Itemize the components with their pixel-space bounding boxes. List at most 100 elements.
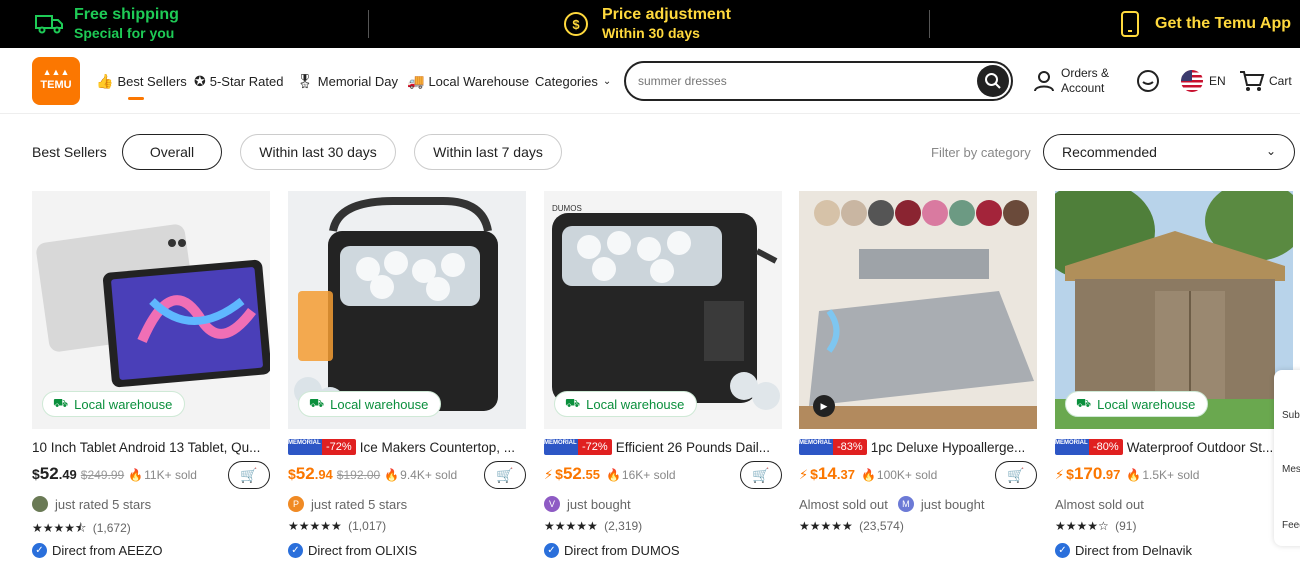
search-bar	[624, 61, 1013, 101]
avatar: M	[897, 496, 914, 512]
account-label: Account	[1061, 81, 1105, 95]
flame-icon: 🔥	[605, 468, 621, 482]
nav-label: Categories	[535, 73, 598, 89]
product-image[interactable]: ⛟ Local warehouse	[288, 191, 526, 429]
product-image[interactable]: ⛟ Local warehouse	[1055, 191, 1293, 429]
free-shipping-title: Free shipping	[74, 6, 179, 23]
support-chat[interactable]	[1136, 48, 1160, 114]
pill-last-7-days[interactable]: Within last 7 days	[414, 134, 562, 170]
rating[interactable]: ★★★★★ (1,017)	[288, 519, 386, 533]
review-count: (91)	[1115, 519, 1137, 533]
filter-by-category-label[interactable]: Filter by category	[931, 145, 1031, 160]
nav-five-star[interactable]: ✪ 5-Star Rated	[194, 48, 283, 114]
mattress-pad-image	[799, 191, 1037, 429]
product-title[interactable]: MEMORIAL DAY -72% Ice Makers Countertop, …	[288, 438, 526, 456]
lightning-icon: ⚡	[799, 467, 809, 482]
star-rating: ★★★★★	[288, 519, 342, 533]
pill-last-30-days[interactable]: Within last 30 days	[240, 134, 396, 170]
svg-text:$: $	[572, 17, 580, 32]
nav-categories[interactable]: Categories ⌄	[535, 48, 611, 114]
dollar-cycle-icon: $	[564, 12, 588, 36]
price-row: ⚡ $170.97 🔥 1.5K+ sold	[1055, 464, 1293, 488]
product-card[interactable]: ⛟ Local warehouse MEMORIAL DAY -80% Water…	[1055, 191, 1293, 566]
sold-count: 16K+ sold	[621, 468, 676, 482]
seller-text: Direct from DUMOS	[564, 543, 680, 558]
flame-icon: 🔥	[384, 468, 400, 482]
social-proof: just rated 5 stars	[32, 495, 151, 513]
truck-icon: ⛟	[1076, 396, 1092, 410]
social-proof: V just bought	[544, 495, 631, 513]
seller-info[interactable]: ✓ Direct from OLIXIS	[288, 543, 417, 558]
divider	[368, 10, 369, 38]
search-icon	[985, 73, 1001, 89]
sort-select[interactable]: Recommended ⌄	[1043, 134, 1295, 170]
product-card[interactable]: ⛟ Local warehouse MEMORIAL DAY -72% Ice M…	[288, 191, 526, 566]
get-app-promo[interactable]: Get the Temu App	[1119, 0, 1291, 48]
medal-icon: 🎖	[296, 72, 314, 89]
free-shipping-promo[interactable]: Free shipping Special for you	[34, 0, 179, 48]
free-shipping-sub: Special for you	[74, 25, 175, 41]
memorial-day-badge: MEMORIAL DAY	[288, 439, 334, 455]
seller-info[interactable]: ✓ Direct from Delnavik	[1055, 543, 1192, 558]
play-video-button[interactable]: ▶	[813, 395, 835, 417]
rating[interactable]: ★★★★☆ (91)	[1055, 519, 1136, 533]
truck-icon: 🚚	[407, 72, 425, 89]
add-to-cart-button[interactable]: 🛒	[740, 461, 782, 489]
product-card[interactable]: DUMOS ⛟ Local warehouse MEMORIAL DAY -72%…	[544, 191, 782, 566]
price-symbol: $	[810, 466, 818, 482]
product-card[interactable]: ⛟ Local warehouse 10 Inch Tablet Android…	[32, 191, 270, 566]
price-row: ⚡ $14.37 🔥 100K+ sold 🛒	[799, 461, 1037, 489]
temu-logo[interactable]: ▲▲▲ TEMU	[32, 57, 80, 105]
social-text: just rated 5 stars	[55, 496, 152, 512]
nav-local-warehouse[interactable]: 🚚 Local Warehouse	[407, 48, 529, 114]
cart[interactable]: Cart	[1239, 48, 1292, 114]
product-card[interactable]: ▶ MEMORIAL DAY -83% 1pc Deluxe Hypoallerg…	[799, 191, 1037, 566]
add-to-cart-button[interactable]: 🛒	[484, 461, 526, 489]
seller-info[interactable]: ✓ Direct from AEEZO	[32, 543, 163, 558]
rating[interactable]: ★★★★★ (23,574)	[799, 519, 904, 533]
float-messages[interactable]: Mes	[1282, 464, 1300, 475]
seller-text: Direct from Delnavik	[1075, 543, 1193, 558]
product-title[interactable]: MEMORIAL DAY -72% Efficient 26 Pounds Dai…	[544, 438, 782, 456]
avatar: V	[544, 496, 560, 512]
price-symbol: $	[1066, 466, 1074, 482]
seller-info[interactable]: ✓ Direct from DUMOS	[544, 543, 680, 558]
local-warehouse-label: Local warehouse	[586, 396, 685, 412]
avatar	[32, 496, 48, 512]
product-image[interactable]: ⛟ Local warehouse	[32, 191, 270, 429]
flame-icon: 🔥	[1126, 468, 1142, 482]
nav-memorial-day[interactable]: 🎖 Memorial Day	[296, 48, 398, 114]
rating[interactable]: ★★★★★ (2,319)	[544, 519, 642, 533]
sold-count: 1.5K+ sold	[1142, 468, 1200, 482]
nav-label: Memorial Day	[317, 73, 398, 89]
product-title[interactable]: 10 Inch Tablet Android 13 Tablet, Qu...	[32, 438, 270, 456]
orders-account[interactable]: Orders & Account	[1032, 48, 1109, 114]
float-feedback[interactable]: Feed	[1282, 520, 1300, 531]
add-to-cart-button[interactable]: 🛒	[228, 461, 270, 489]
search-input[interactable]	[638, 71, 968, 91]
language-label: EN	[1209, 74, 1226, 88]
price-cents: .49	[58, 467, 77, 482]
discount-badge: -72%	[322, 439, 356, 455]
price-cents: .55	[581, 467, 600, 482]
rating[interactable]: ★★★★⯪ (1,672)	[32, 519, 131, 540]
search-button[interactable]	[977, 65, 1009, 97]
product-title[interactable]: MEMORIAL DAY -80% Waterproof Outdoor St..…	[1055, 438, 1293, 456]
product-title-text: Waterproof Outdoor St...	[1126, 439, 1274, 455]
thumbs-up-icon: 👍	[96, 72, 114, 89]
pill-overall[interactable]: Overall	[122, 134, 222, 170]
verified-check-icon: ✓	[544, 543, 559, 558]
add-to-cart-button[interactable]: 🛒	[995, 461, 1037, 489]
promo-bar: Free shipping Special for you $ Price ad…	[0, 0, 1300, 48]
product-image[interactable]: DUMOS ⛟ Local warehouse	[544, 191, 782, 429]
float-subscribe[interactable]: Sub	[1282, 410, 1300, 421]
sold-count: 100K+ sold	[876, 468, 938, 482]
product-image[interactable]: ▶	[799, 191, 1037, 429]
almost-sold-out: Almost sold out	[1055, 496, 1144, 512]
cart-plus-icon: 🛒	[1007, 466, 1025, 483]
nav-best-sellers[interactable]: 👍 Best Sellers	[96, 48, 187, 114]
product-title[interactable]: MEMORIAL DAY -83% 1pc Deluxe Hypoallerge.…	[799, 438, 1037, 456]
price-adjust-promo[interactable]: $ Price adjustment Within 30 days	[562, 0, 731, 48]
language-selector[interactable]: EN	[1180, 48, 1226, 114]
lightning-icon: ⚡	[544, 467, 554, 482]
